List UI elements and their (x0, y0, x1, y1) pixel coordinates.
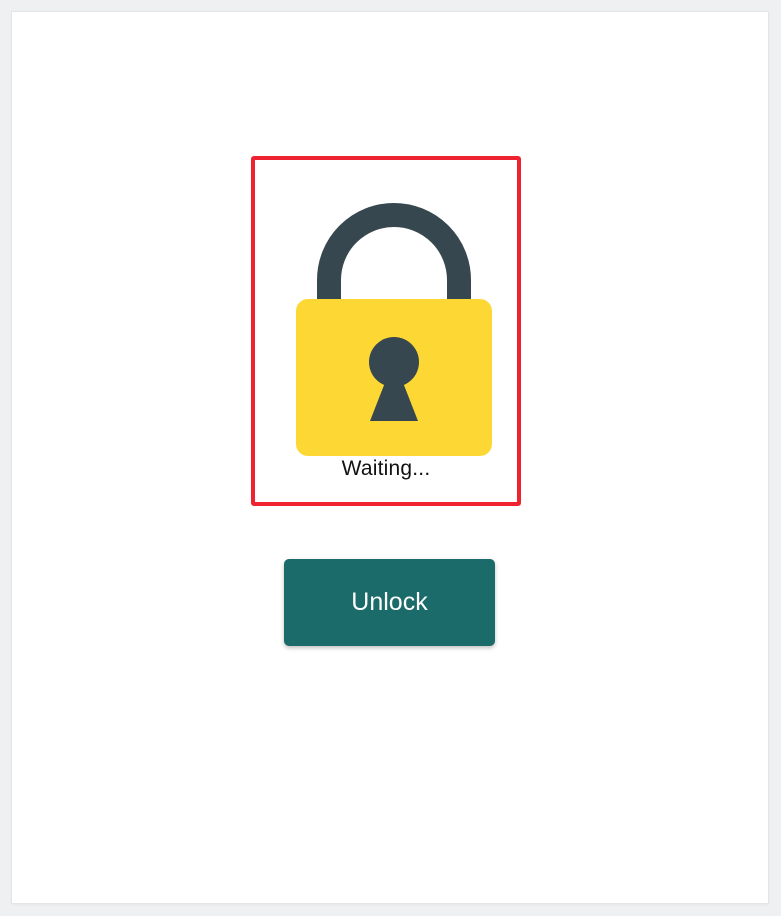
padlock-shackle (317, 203, 471, 304)
lock-highlight-frame: Waiting... (251, 156, 521, 506)
unlock-button[interactable]: Unlock (284, 559, 495, 646)
lock-status-text: Waiting... (341, 457, 431, 480)
keyhole-icon (369, 337, 419, 387)
padlock-icon (296, 203, 492, 456)
app-window: Waiting... Unlock (12, 12, 768, 903)
